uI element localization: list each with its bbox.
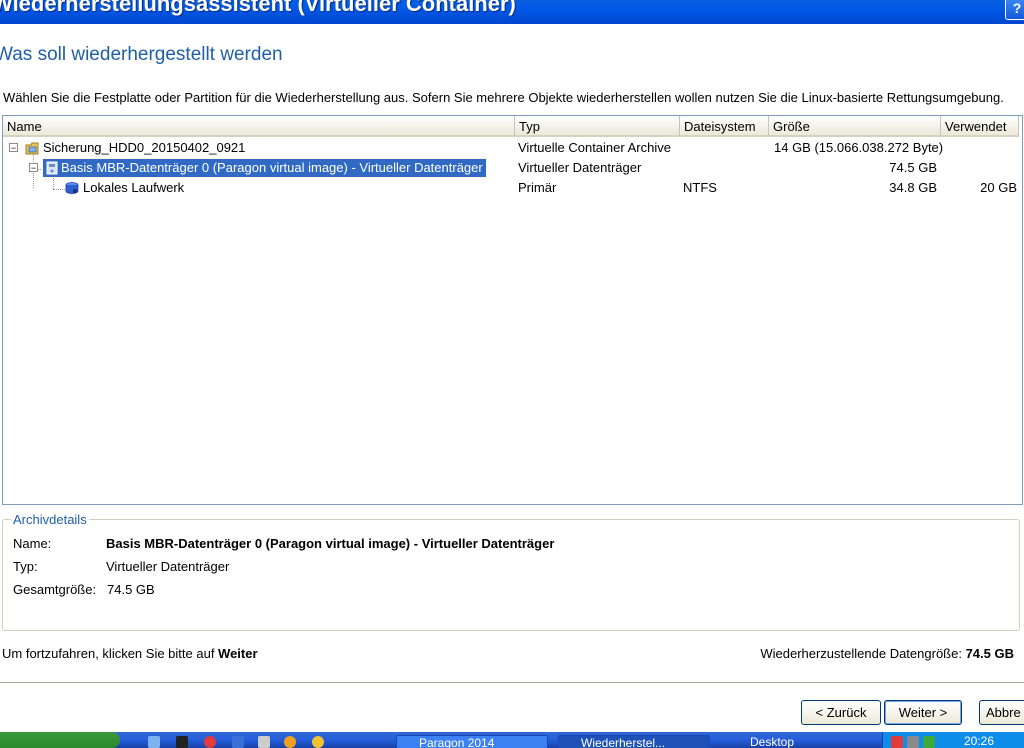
clock[interactable]: 20:26 — [964, 734, 994, 748]
detail-type-label: Typ: — [13, 559, 38, 574]
column-header-type[interactable]: Typ — [515, 116, 680, 137]
detail-type-value: Virtueller Datenträger — [106, 559, 230, 574]
collapse-toggle[interactable]: − — [29, 163, 38, 173]
quicklaunch-desktop-icon[interactable] — [148, 736, 160, 748]
next-button[interactable]: Weiter > — [884, 700, 962, 725]
cell-type: Primär — [518, 180, 557, 195]
disk-icon — [46, 161, 58, 175]
restore-size-label: Wiederherzustellende Datengröße: — [760, 646, 966, 661]
restore-size: Wiederherzustellende Datengröße: 74.5 GB — [760, 646, 1014, 661]
quicklaunch-browser-icon[interactable] — [204, 736, 216, 748]
continue-hint: Um fortzufahren, klicken Sie bitte auf W… — [2, 646, 258, 661]
collapse-toggle[interactable]: − — [9, 143, 18, 153]
quicklaunch-chrome-icon[interactable] — [284, 736, 296, 748]
column-header-name[interactable]: Name — [3, 116, 515, 137]
back-button[interactable]: < Zurück — [801, 700, 881, 725]
tree-node-label: Sicherung_HDD0_20150402_0921 — [43, 140, 246, 155]
quicklaunch-app-icon[interactable] — [232, 736, 244, 748]
detail-name-value: Basis MBR-Datenträger 0 (Paragon virtual… — [106, 536, 555, 551]
taskbar-item-active[interactable]: Wiederherstel... — [558, 735, 710, 748]
cell-size: 14 GB (15.066.038.272 Byte) — [774, 140, 944, 155]
tree-node-label: Basis MBR-Datenträger 0 (Paragon virtual… — [61, 160, 483, 175]
continue-hint-text: Um fortzufahren, klicken Sie bitte auf — [2, 646, 219, 661]
cell-filesystem: NTFS — [683, 180, 717, 195]
restore-size-value: 74.5 GB — [965, 646, 1014, 661]
tree-row-archive[interactable]: − Sicherung_HDD0_20150402_0921 Virtuelle… — [3, 138, 1022, 158]
separator — [0, 682, 1024, 684]
cancel-button[interactable]: Abbre — [979, 700, 1024, 725]
tray-icon[interactable] — [907, 736, 919, 748]
taskbar: Paragon 2014 Wiederherstel... Desktop 20… — [0, 732, 1024, 748]
tree-header: Name Typ Dateisystem Größe Verwendet — [3, 116, 1022, 138]
quicklaunch-app-icon[interactable] — [312, 736, 324, 748]
tree-row-disk[interactable]: − Basis MBR-Datenträger 0 (Paragon virtu… — [3, 158, 1022, 178]
tray-icon[interactable] — [923, 736, 935, 748]
cell-size: 74.5 GB — [889, 160, 937, 175]
partition-drive-icon — [65, 182, 79, 194]
selected-tree-node[interactable]: Basis MBR-Datenträger 0 (Paragon virtual… — [42, 158, 487, 178]
quicklaunch-app-icon[interactable] — [258, 736, 270, 748]
details-legend: Archivdetails — [11, 512, 89, 527]
help-button[interactable]: ? — [1005, 0, 1024, 20]
continue-hint-bold: Weiter — [218, 646, 258, 661]
tree-node-label: Lokales Laufwerk — [83, 180, 185, 195]
instruction-text: Wählen Sie die Festplatte oder Partition… — [3, 90, 1004, 105]
cell-size: 34.8 GB — [889, 180, 937, 195]
tree-row-partition[interactable]: Lokales Laufwerk Primär NTFS 34.8 GB 20 … — [3, 178, 1022, 198]
title-bar: Wiederherstellungsassistent (Virtueller … — [0, 0, 1024, 24]
detail-name-label: Name: — [13, 536, 52, 551]
column-header-size[interactable]: Größe — [769, 116, 941, 137]
cell-type: Virtueller Datenträger — [518, 160, 642, 175]
taskbar-desktop[interactable]: Desktop — [740, 735, 820, 748]
detail-total-value: 74.5 GB — [107, 582, 155, 597]
page-title: Was soll wiederhergestellt werden — [0, 44, 283, 65]
partition-tree[interactable]: Name Typ Dateisystem Größe Verwendet − S… — [2, 115, 1023, 505]
system-tray — [882, 732, 1024, 748]
archive-folder-icon — [25, 142, 39, 155]
cell-used: 20 GB — [980, 180, 1017, 195]
taskbar-item[interactable]: Paragon 2014 — [396, 735, 548, 748]
window-title: Wiederherstellungsassistent (Virtueller … — [0, 0, 516, 16]
quicklaunch-app-icon[interactable] — [176, 736, 188, 748]
column-header-filesystem[interactable]: Dateisystem — [680, 116, 769, 137]
detail-total-label: Gesamtgröße: — [13, 582, 97, 597]
cell-type: Virtuelle Container Archive — [518, 140, 671, 155]
archive-details-group: Archivdetails Name: Basis MBR-Datenträge… — [2, 512, 1020, 631]
start-button[interactable] — [0, 732, 120, 748]
tray-icon[interactable] — [891, 736, 903, 748]
column-header-used[interactable]: Verwendet — [941, 116, 1019, 137]
